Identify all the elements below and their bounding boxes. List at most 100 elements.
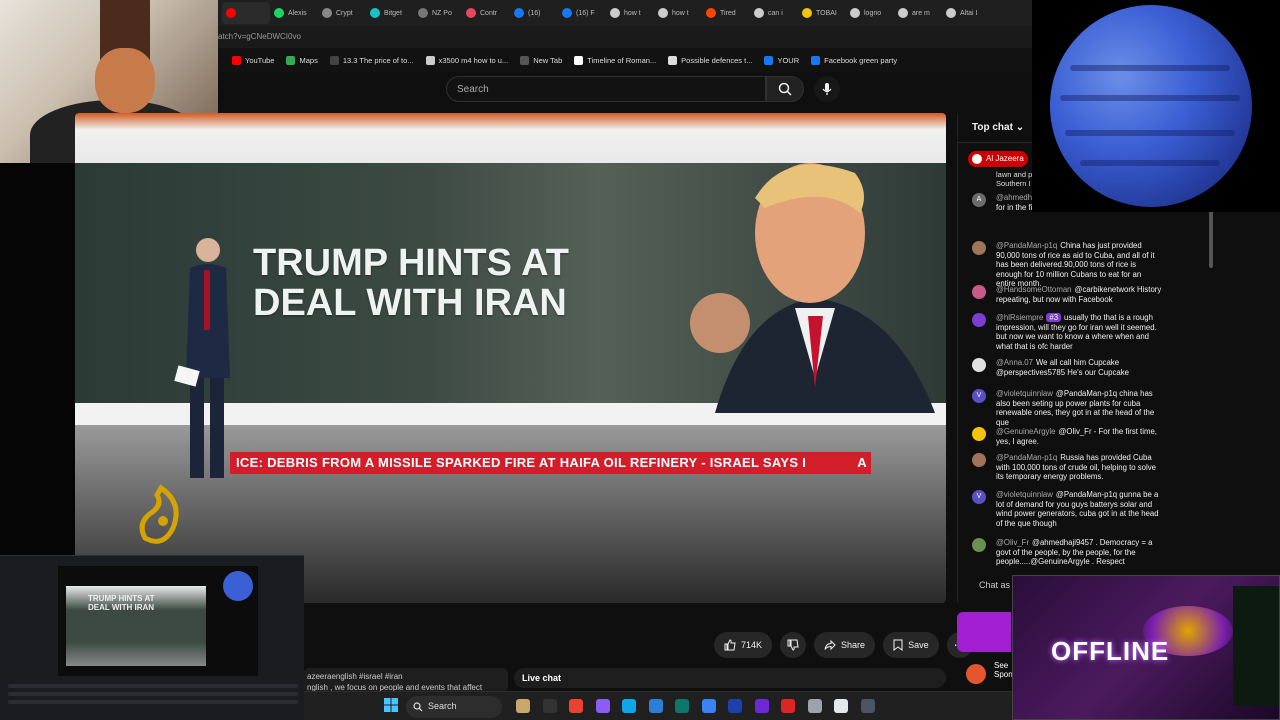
chat-avatar[interactable] [972,313,986,327]
pinned-message-badge[interactable]: Al Jazeera [968,151,1028,167]
chat-avatar[interactable]: V [972,389,986,403]
share-button[interactable]: Share [814,632,876,658]
voice-search-button[interactable] [814,76,840,102]
taskbar-app-icon[interactable] [675,699,689,713]
dislike-button[interactable] [780,632,807,658]
browser-tab[interactable]: Altai I [942,2,990,24]
bookmark-item[interactable]: x3500 m4 how to u... [425,55,508,65]
chat-message[interactable]: @GenuineArgyle @Oliv_Fr - For the first t… [972,427,1162,446]
chat-author[interactable]: @violetquinnlaw [996,490,1053,499]
bookmark-item[interactable]: Timeline of Roman... [574,55,656,65]
chat-message-body: @violetquinnlaw @PandaMan-p1q gunna be a … [996,490,1162,528]
video-player[interactable]: TRUMP HINTS AT DEAL WITH IRAN [75,113,946,603]
chat-avatar[interactable] [972,453,986,467]
news-anchor-figure [174,238,230,478]
chat-author[interactable]: @ahmedh [996,193,1032,202]
bookmark-item[interactable]: Maps [286,55,318,65]
bookmark-icon [893,639,903,651]
chat-input[interactable]: Chat as [957,574,1017,596]
bookmark-item[interactable]: Facebook green party [811,55,897,65]
taskbar-app-icon[interactable] [569,699,583,713]
taskbar-search[interactable]: Search [406,696,502,718]
taskbar-app-icon[interactable] [701,699,716,713]
chat-author[interactable]: @GenuineArgyle [996,427,1056,436]
tab-favicon-icon [754,8,764,18]
chat-avatar[interactable] [972,241,986,255]
bookmark-item[interactable]: Possible defences t... [668,55,752,65]
chat-message[interactable]: @Anna.07 We all call him Cupcake @perspec… [972,358,1162,377]
chat-message[interactable]: @HandsomeOttoman @carbikenetwork History … [972,285,1162,304]
browser-tab-label: Crypt [336,9,353,17]
taskbar-app-icon[interactable] [542,699,557,713]
chat-author[interactable]: @PandaMan-p1q [996,453,1057,462]
address-bar-url: atch?v=gCNeDWCI0vo [218,32,301,41]
browser-tab-label: Alexis [288,9,307,17]
chat-author[interactable]: @PandaMan-p1q [996,241,1057,250]
sponsored-title: See [994,661,1009,670]
sponsored-item[interactable]: See Spon [964,661,1014,687]
browser-tab[interactable]: are m [894,2,942,24]
chat-message[interactable]: @PandaMan-p1q Russia has provided Cuba wi… [972,453,1162,482]
browser-tab[interactable]: (16) [510,2,558,24]
save-button[interactable]: Save [883,632,939,658]
offline-stream-thumbnail[interactable]: OFFLINE [1012,575,1280,720]
bookmark-item[interactable]: New Tab [520,55,562,65]
bookmark-item[interactable]: 13.3 The price of to... [329,55,414,65]
taskbar-app-icon[interactable] [754,699,769,713]
taskbar-app-icon[interactable] [860,699,875,713]
chat-author[interactable]: @Anna.07 [996,358,1033,367]
video-description[interactable]: azeeraenglish #israel #iran nglish , we … [303,668,508,692]
browser-tab[interactable]: NZ Po [414,2,462,24]
like-button[interactable]: 714K [714,632,773,658]
tab-favicon-icon [370,8,380,18]
chat-avatar[interactable] [972,538,986,552]
search-input[interactable]: Search [446,76,766,102]
chat-message[interactable]: @PandaMan-p1q China has just provided 90,… [972,241,1162,289]
chat-author[interactable]: @hlRsiempre [996,313,1043,322]
chat-avatar[interactable]: A [972,193,986,207]
live-chat-toggle[interactable]: Live chat [514,668,946,688]
chat-avatar[interactable]: V [972,490,986,504]
chat-scrollbar[interactable] [1209,208,1213,268]
obs-preview-window[interactable]: TRUMP HINTS AT DEAL WITH IRAN [0,555,304,720]
taskbar-app-icon[interactable] [807,699,822,713]
thumbs-up-icon [724,639,736,651]
taskbar-app-icon[interactable] [648,699,663,713]
chat-author[interactable]: @Oliv_Fr [996,538,1029,547]
browser-tab[interactable]: Alexis [270,2,318,24]
chat-avatar[interactable] [972,358,986,372]
browser-tab[interactable]: TOBAI [798,2,846,24]
browser-tab[interactable]: how t [654,2,702,24]
taskbar-app-icon[interactable] [834,699,848,713]
left-blank-area [0,163,75,558]
address-bar[interactable]: atch?v=gCNeDWCI0vo [218,26,1032,48]
browser-tab[interactable]: Tired [702,2,750,24]
browser-tab[interactable]: how t [606,2,654,24]
promo-banner[interactable] [957,612,1011,652]
chat-message[interactable]: V @violetquinnlaw @PandaMan-p1q gunna be a… [972,490,1162,528]
browser-tab[interactable]: Crypt [318,2,366,24]
taskbar-app-icon[interactable] [728,699,742,713]
browser-tab[interactable] [222,2,270,24]
chat-message[interactable]: V @violetquinnlaw @PandaMan-p1q china has … [972,389,1162,427]
chat-message[interactable]: @Oliv_Fr @ahmedhaji9457 . Democracy = a g… [972,538,1162,567]
browser-tab[interactable]: logno [846,2,894,24]
taskbar-app-icon[interactable] [516,699,530,713]
chat-message[interactable]: @hlRsiempre #3 usually tho that is a rough… [972,313,1162,351]
bookmark-item[interactable]: YouTube [232,55,274,65]
bookmark-item[interactable]: YOUR [764,55,799,65]
chat-author[interactable]: @violetquinnlaw [996,389,1053,398]
browser-tab[interactable]: (16) F [558,2,606,24]
chat-avatar[interactable] [972,285,986,299]
taskbar-app-icon[interactable] [781,699,795,713]
taskbar-app-icon[interactable] [622,699,636,713]
windows-start-button[interactable] [384,698,398,717]
channel-avatar-icon [972,154,982,164]
chat-avatar[interactable] [972,427,986,441]
chat-author[interactable]: @HandsomeOttoman [996,285,1072,294]
browser-tab[interactable]: can i [750,2,798,24]
browser-tab[interactable]: Contr [462,2,510,24]
browser-tab[interactable]: Bitget [366,2,414,24]
search-button[interactable] [766,76,804,102]
taskbar-app-icon[interactable] [595,699,610,713]
